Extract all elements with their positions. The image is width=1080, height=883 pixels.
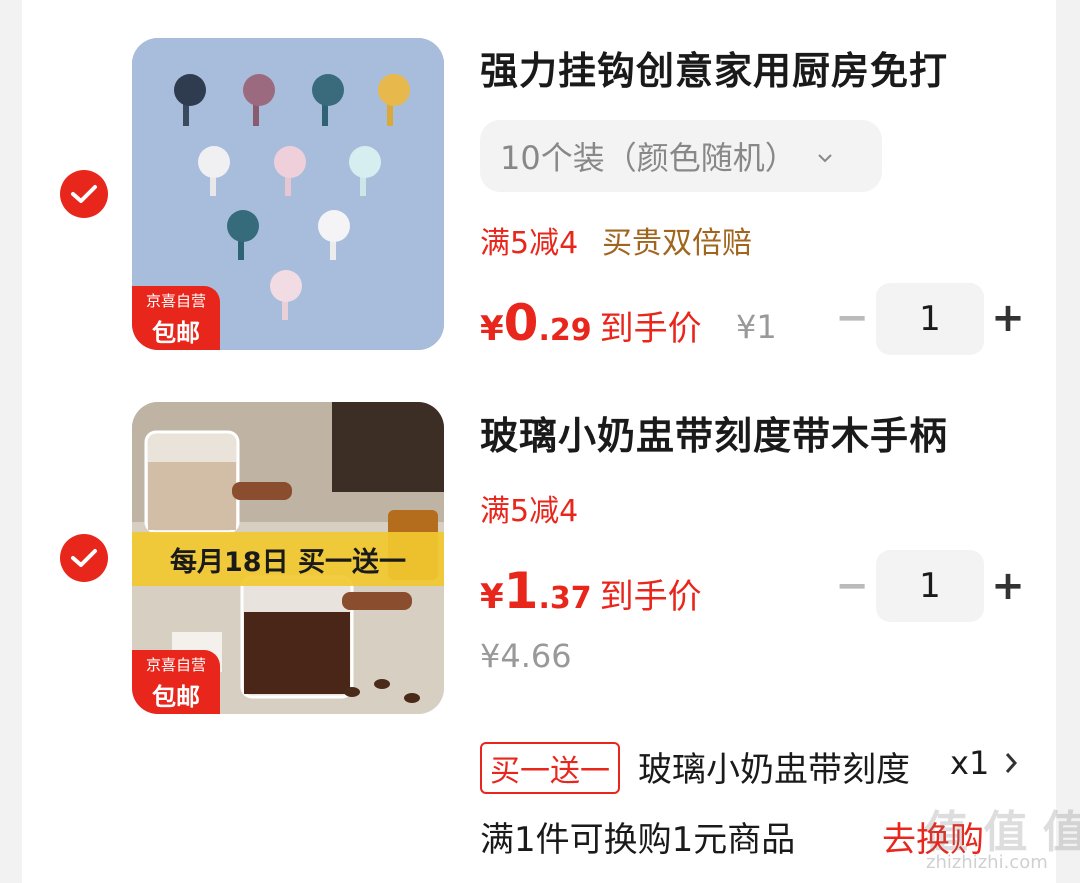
badge-line1: 京喜自营 (145, 656, 206, 674)
item-1-promo-reduction: 满5减4 (480, 226, 579, 261)
chevron-down-icon (817, 144, 833, 168)
item-1-decrease-button[interactable]: − (832, 298, 872, 338)
item-1-quantity[interactable]: 1 (876, 283, 984, 355)
item-2-quantity[interactable]: 1 (876, 550, 984, 622)
item-2-title[interactable]: 玻璃小奶盅带刻度带木手柄 (480, 405, 948, 460)
item-1-checkbox[interactable] (60, 170, 108, 218)
item-1-promo-guarantee: 买贵双倍赔 (602, 226, 752, 261)
check-icon (71, 549, 97, 567)
gift-name[interactable]: 玻璃小奶盅带刻度 (638, 742, 910, 791)
price-dec: .29 (538, 313, 592, 348)
item-2-image[interactable]: 每月18日 买一送一 京喜自营 包邮 (132, 402, 444, 714)
item-2-promo-reduction: 满5减4 (480, 494, 579, 529)
shipping-badge: 京喜自营 包邮 (132, 286, 220, 350)
shipping-badge: 京喜自营 包邮 (132, 650, 220, 714)
badge-line2: 包邮 (152, 683, 200, 711)
promo-banner: 每月18日 买一送一 (170, 546, 406, 578)
price-symbol: ¥ (480, 309, 504, 349)
item-2-price: ¥ 1 .37 到手价 (480, 562, 702, 620)
item-1-price: ¥ 0 .29 到手价 (480, 294, 702, 352)
item-1-image[interactable]: 京喜自营 包邮 (132, 38, 444, 350)
gift-count: x1 (950, 744, 990, 782)
check-icon (71, 185, 97, 203)
item-1-original-price: ¥1 (736, 308, 777, 346)
item-1-increase-button[interactable]: + (988, 298, 1028, 338)
chevron-right-icon[interactable] (1004, 744, 1018, 784)
item-2-checkbox[interactable] (60, 534, 108, 582)
price-int: 0 (503, 294, 539, 352)
price-label: 到手价 (599, 577, 702, 617)
exchange-text: 满1件可换购1元商品 (480, 820, 796, 860)
item-2-increase-button[interactable]: + (988, 566, 1028, 606)
variant-label: 10个装（颜色随机） (500, 139, 797, 177)
price-dec: .37 (538, 581, 592, 616)
item-1-title[interactable]: 强力挂钩创意家用厨房免打 (480, 40, 948, 95)
badge-line2: 包邮 (152, 319, 200, 347)
item-2-original-price: ¥4.66 (480, 637, 572, 675)
badge-line1: 京喜自营 (145, 292, 206, 310)
price-symbol: ¥ (480, 577, 504, 617)
item-1-variant-select[interactable]: 10个装（颜色随机） (480, 120, 882, 192)
site-domain-watermark: zhizhizhi.com (926, 852, 1048, 873)
site-watermark: 值 值 值 (924, 807, 1080, 858)
gift-tag: 买一送一 (480, 742, 620, 794)
price-label: 到手价 (599, 309, 702, 349)
item-2-decrease-button[interactable]: − (832, 566, 872, 606)
price-int: 1 (503, 562, 539, 620)
